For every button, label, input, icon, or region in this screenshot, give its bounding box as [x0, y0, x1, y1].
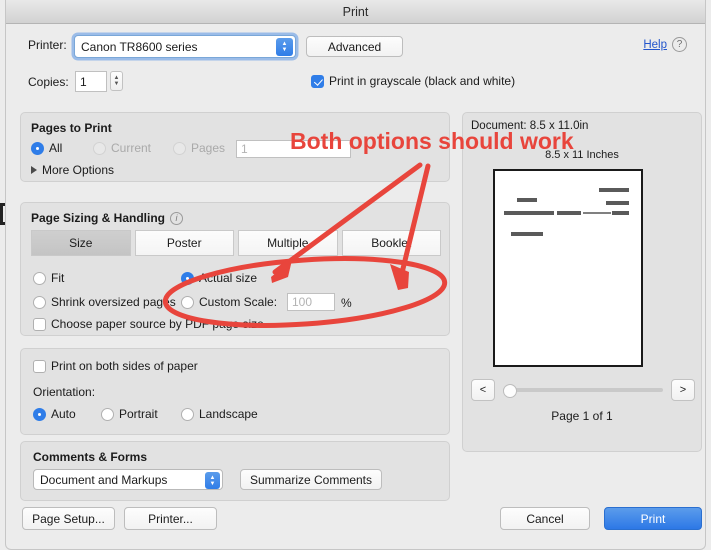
pages-option-current[interactable]: Current: [93, 141, 151, 155]
sizing-option-shrink-label: Shrink oversized pages: [51, 295, 176, 309]
help-area: Help ?: [643, 37, 687, 52]
paper-source-checkbox[interactable]: [33, 317, 46, 331]
advanced-button[interactable]: Advanced: [306, 36, 403, 57]
more-options-label: More Options: [42, 163, 115, 177]
radio-current[interactable]: [93, 141, 106, 155]
paper-source-row[interactable]: Choose paper source by PDF page size: [33, 317, 264, 331]
duplex-checkbox[interactable]: [33, 359, 46, 373]
orientation-panel: Print on both sides of paper Orientation…: [20, 348, 450, 435]
radio-fit[interactable]: [33, 271, 46, 285]
orientation-option-portrait-label: Portrait: [119, 407, 158, 421]
page-sizing-panel: Page Sizing & Handling i Size Poster Mul…: [20, 202, 450, 336]
page-preview-content: [495, 171, 641, 365]
tab-multiple[interactable]: Multiple: [238, 230, 338, 256]
page-setup-button[interactable]: Page Setup...: [22, 507, 115, 530]
grayscale-label: Print in grayscale (black and white): [329, 74, 516, 88]
printer-select-value: Canon TR8600 series: [81, 39, 198, 54]
radio-actual-size[interactable]: [181, 271, 194, 285]
comments-forms-panel: Comments & Forms Document and Markups ▲ …: [20, 441, 450, 501]
orientation-option-landscape-label: Landscape: [199, 407, 258, 421]
grayscale-checkbox-row[interactable]: Print in grayscale (black and white): [311, 74, 515, 88]
window-title: Print: [342, 4, 369, 19]
tab-booklet[interactable]: Booklet: [341, 230, 441, 256]
chevron-updown-icon[interactable]: ▲ ▼: [205, 472, 220, 489]
sizing-option-custom-scale-label: Custom Scale:: [199, 295, 278, 309]
radio-landscape[interactable]: [181, 407, 194, 421]
comments-forms-value: Document and Markups: [40, 472, 168, 487]
pages-to-print-title: Pages to Print: [31, 121, 112, 135]
sizing-option-custom-scale[interactable]: Custom Scale:: [181, 295, 277, 309]
sizing-option-actual-size[interactable]: Actual size: [181, 271, 257, 285]
chevron-updown-icon[interactable]: ▲ ▼: [276, 38, 293, 56]
orientation-title: Orientation:: [33, 385, 96, 399]
cancel-button[interactable]: Cancel: [500, 507, 590, 530]
pages-option-current-label: Current: [111, 141, 152, 155]
tab-size[interactable]: Size: [31, 230, 131, 256]
pages-option-pages-label: Pages: [191, 141, 226, 155]
more-options-toggle[interactable]: More Options: [31, 163, 114, 177]
print-dialog: Print Printer: Canon TR8600 series ▲ ▼ Ad…: [5, 0, 706, 550]
sizing-option-fit[interactable]: Fit: [33, 271, 64, 285]
summarize-comments-button[interactable]: Summarize Comments: [240, 469, 382, 490]
info-circle-icon[interactable]: i: [170, 211, 184, 225]
printer-select[interactable]: Canon TR8600 series ▲ ▼: [74, 35, 296, 58]
printer-button[interactable]: Printer...: [124, 507, 217, 530]
question-circle-icon[interactable]: ?: [672, 37, 687, 52]
copies-stepper[interactable]: ▲ ▼: [110, 71, 123, 91]
radio-auto[interactable]: [33, 407, 46, 421]
tab-poster[interactable]: Poster: [134, 230, 234, 256]
title-bar: Print: [6, 0, 705, 24]
page-slider[interactable]: [503, 384, 663, 398]
comments-forms-select[interactable]: Document and Markups ▲ ▼: [33, 469, 223, 490]
pages-option-pages[interactable]: Pages: [173, 141, 225, 155]
page-preview-thumbnail: [493, 169, 643, 367]
page-sizing-header: Page Sizing & Handling i: [31, 211, 184, 225]
radio-custom-scale[interactable]: [181, 295, 194, 309]
sizing-tabs: Size Poster Multiple Booklet: [31, 230, 441, 256]
page-sizing-title: Page Sizing & Handling: [31, 211, 166, 225]
percent-label: %: [341, 296, 352, 310]
radio-portrait[interactable]: [101, 407, 114, 421]
custom-scale-input[interactable]: 100: [287, 293, 335, 311]
copies-label: Copies:: [28, 75, 69, 89]
printer-label: Printer:: [28, 38, 67, 52]
radio-all[interactable]: [31, 141, 44, 155]
comments-forms-title: Comments & Forms: [33, 450, 148, 464]
duplex-row[interactable]: Print on both sides of paper: [33, 359, 198, 373]
previous-page-button[interactable]: <: [471, 379, 495, 401]
sizing-option-actual-size-label: Actual size: [199, 271, 258, 285]
pages-option-all-label: All: [49, 141, 63, 155]
orientation-option-landscape[interactable]: Landscape: [181, 407, 258, 421]
page-slider-knob[interactable]: [503, 384, 517, 398]
grayscale-checkbox[interactable]: [311, 74, 324, 88]
orientation-option-portrait[interactable]: Portrait: [101, 407, 158, 421]
print-button[interactable]: Print: [604, 507, 702, 530]
preview-panel: Document: 8.5 x 11.0in 8.5 x 11 Inches <…: [462, 112, 702, 452]
page-status-label: Page 1 of 1: [551, 409, 613, 423]
duplex-label: Print on both sides of paper: [51, 359, 198, 373]
paper-source-label: Choose paper source by PDF page size: [51, 317, 264, 331]
annotation-text: Both options should work: [290, 128, 574, 154]
pages-option-all[interactable]: All: [31, 141, 62, 155]
triangle-right-icon[interactable]: [31, 166, 37, 174]
copies-input[interactable]: 1: [75, 71, 107, 92]
cropped-edge-artifact: [0, 203, 5, 225]
sizing-option-shrink[interactable]: Shrink oversized pages: [33, 295, 176, 309]
orientation-option-auto[interactable]: Auto: [33, 407, 76, 421]
preview-nav: < >: [471, 379, 695, 401]
radio-pages[interactable]: [173, 141, 186, 155]
help-link[interactable]: Help: [643, 39, 667, 51]
next-page-button[interactable]: >: [671, 379, 695, 401]
sizing-option-fit-label: Fit: [51, 271, 65, 285]
radio-shrink[interactable]: [33, 295, 46, 309]
orientation-option-auto-label: Auto: [51, 407, 76, 421]
